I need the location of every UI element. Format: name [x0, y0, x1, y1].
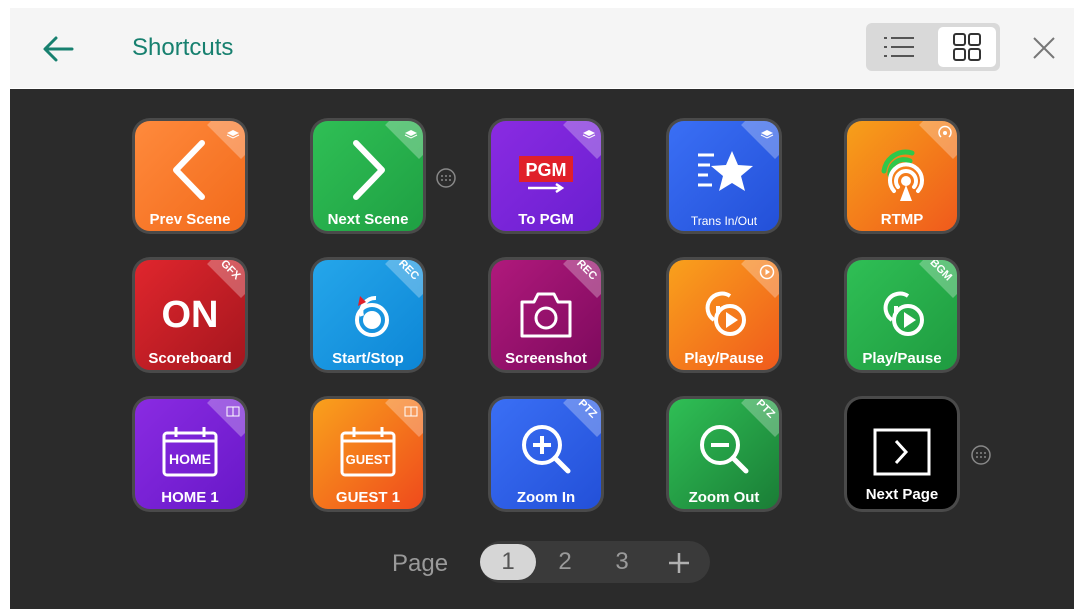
broadcast-icon: [938, 125, 952, 138]
arrow-left-icon: [43, 36, 74, 62]
calendar-home-text: HOME: [169, 451, 211, 467]
shortcut-tile-screenshot[interactable]: REC Screenshot: [488, 257, 604, 373]
tile-label: Zoom In: [516, 489, 576, 506]
plus-icon: [669, 552, 689, 573]
tile-label: Trans In/Out: [690, 214, 758, 228]
star-transition-icon: [698, 151, 753, 191]
shortcut-tile-play-pause-bgm[interactable]: BGM Play/Pause: [844, 257, 960, 373]
tile-label: RTMP: [880, 211, 924, 228]
layers-icon: [404, 130, 418, 139]
shortcut-tile-zoom-in[interactable]: PTZ Zoom In: [488, 396, 604, 512]
page-switcher: 1 2 3: [480, 541, 710, 583]
tile-label: Next Page: [865, 486, 939, 503]
layers-icon: [582, 130, 596, 139]
on-text-icon: ON: [161, 294, 219, 336]
calendar-guest-text: GUEST: [346, 452, 391, 467]
tile-label: Play/Pause: [862, 350, 942, 367]
list-view-icon: [884, 37, 914, 57]
close-button[interactable]: [1028, 32, 1060, 64]
shortcut-panel: Prev Scene Next Scene PGM To PGM Trans I…: [10, 89, 1074, 609]
tile-label: Zoom Out: [688, 489, 760, 506]
tile-label: HOME 1: [161, 489, 219, 506]
page-title: Shortcuts: [132, 34, 234, 61]
camera-icon: [520, 292, 572, 338]
tile-label: Next Scene: [327, 211, 409, 228]
header-bar: Shortcuts: [10, 8, 1074, 88]
page-button-1[interactable]: 1: [480, 544, 536, 580]
scoreboard-icon: [226, 406, 240, 417]
shortcut-tile-rtmp[interactable]: RTMP: [844, 118, 960, 234]
shortcut-tile-next-page[interactable]: Next Page: [844, 396, 960, 512]
zoom-in-icon: [522, 425, 571, 474]
broadcast-icon: [881, 149, 924, 201]
shortcut-tile-guest-1[interactable]: GUEST GUEST 1: [310, 396, 426, 512]
record-icon: [355, 296, 389, 337]
play-media-icon: [883, 291, 924, 336]
tile-label: Prev Scene: [149, 211, 231, 228]
tile-label: Scoreboard: [148, 350, 232, 367]
shortcut-tile-scoreboard[interactable]: GFX ON Scoreboard: [132, 257, 248, 373]
grid-view-button[interactable]: [938, 27, 996, 67]
layers-icon: [226, 130, 240, 139]
shortcut-tile-start-stop[interactable]: REC Start/Stop: [310, 257, 426, 373]
back-button[interactable]: [38, 32, 78, 66]
grid-view-icon: [953, 33, 981, 61]
tile-label: Play/Pause: [684, 350, 764, 367]
next-page-icon: [873, 428, 931, 476]
pgm-icon-text: PGM: [525, 160, 566, 180]
shortcut-tile-prev-scene[interactable]: Prev Scene: [132, 118, 248, 234]
page-button-3[interactable]: 3: [594, 544, 650, 580]
layers-icon: [760, 130, 774, 139]
scoreboard-icon: [404, 406, 418, 417]
pgm-icon: PGM: [519, 156, 573, 194]
tile-label: GUEST 1: [335, 489, 401, 506]
page-button-2[interactable]: 2: [537, 544, 593, 580]
tile-label: To PGM: [518, 211, 574, 228]
pager-label: Page: [392, 550, 449, 577]
close-icon: [1033, 37, 1055, 59]
tile-label: Start/Stop: [332, 350, 404, 367]
shortcut-tile-home-1[interactable]: HOME HOME 1: [132, 396, 248, 512]
calendar-home-icon: HOME: [162, 427, 218, 477]
chevron-left-icon: [173, 140, 205, 200]
play-circle-icon: [759, 264, 775, 280]
add-page-button[interactable]: [651, 544, 707, 580]
list-view-button[interactable]: [870, 27, 928, 67]
shortcut-tile-play-pause-media[interactable]: Play/Pause: [666, 257, 782, 373]
view-mode-toggle: [866, 23, 1000, 71]
play-media-icon: [705, 291, 746, 336]
calendar-guest-icon: GUEST: [340, 427, 396, 477]
shortcut-tile-zoom-out[interactable]: PTZ Zoom Out: [666, 396, 782, 512]
chevron-right-icon: [353, 140, 385, 200]
tile-settings-icon[interactable]: [970, 444, 992, 466]
tile-label: Screenshot: [505, 350, 587, 367]
zoom-out-icon: [700, 425, 749, 474]
shortcut-tile-trans-in-out[interactable]: Trans In/Out: [666, 118, 782, 234]
tile-settings-icon[interactable]: [435, 167, 457, 189]
shortcut-tile-next-scene[interactable]: Next Scene: [310, 118, 426, 234]
shortcut-tile-to-pgm[interactable]: PGM To PGM: [488, 118, 604, 234]
